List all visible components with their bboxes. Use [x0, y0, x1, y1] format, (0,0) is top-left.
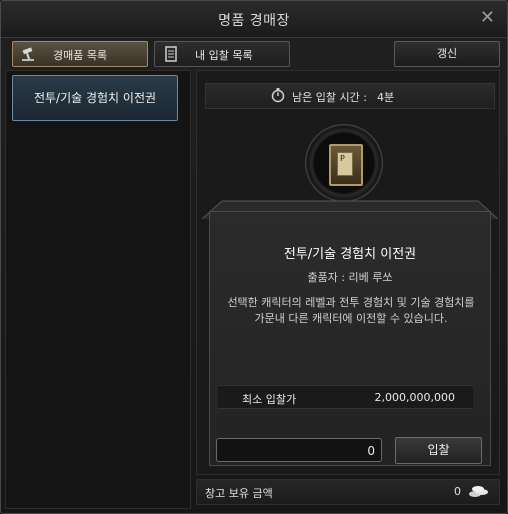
item-seller: 출품자 : 리베 루쏘: [307, 271, 393, 284]
description-line: 선택한 캐릭터의 레벨과 전투 경험치 및 기술 경험치를: [227, 296, 475, 309]
balance-value: 0: [454, 485, 461, 498]
stopwatch-icon: [271, 88, 285, 103]
minimum-bid-label: 최소 입찰가: [242, 393, 297, 406]
auction-item-list: 전투/기술 경험치 이전권: [5, 70, 191, 509]
item-description: 선택한 캐릭터의 레벨과 전투 경험치 및 기술 경험치를 가문내 다른 캐릭터…: [216, 295, 486, 327]
bid-amount-input[interactable]: 0: [216, 438, 382, 462]
balance-label: 창고 보유 금액: [205, 487, 273, 500]
minimum-bid-row: 최소 입찰가 2,000,000,000: [218, 385, 473, 409]
tab-auction-list[interactable]: 경매품 목록: [12, 41, 148, 67]
item-info-card: [202, 195, 498, 470]
coins-icon: [469, 486, 488, 497]
scroll-icon: [165, 46, 177, 62]
gavel-icon: [22, 47, 34, 61]
close-icon[interactable]: ✕: [480, 7, 495, 28]
refresh-button[interactable]: 갱신: [394, 41, 500, 67]
list-item[interactable]: 전투/기술 경험치 이전권: [12, 75, 178, 121]
warehouse-balance-bar: 창고 보유 금액 0: [196, 479, 500, 505]
description-line: 가문내 다른 캐릭터에 이전할 수 있습니다.: [254, 312, 448, 325]
minimum-bid-value: 2,000,000,000: [374, 391, 455, 404]
bid-button[interactable]: 입찰: [395, 437, 482, 464]
item-name: 전투/기술 경험치 이전권: [283, 247, 417, 262]
remaining-time-value: 4분: [377, 91, 395, 104]
window-title: 명품 경매장: [218, 13, 290, 29]
remaining-time-label: 남은 입찰 시간 :: [292, 91, 367, 104]
title-bar[interactable]: 명품 경매장 ✕: [1, 1, 507, 38]
tab-label: 내 입찰 목록: [195, 49, 253, 62]
book-icon: P: [329, 144, 363, 186]
tab-label: 경매품 목록: [53, 49, 108, 62]
remaining-time-bar: 남은 입찰 시간 : 4분: [205, 83, 495, 109]
tab-my-bids[interactable]: 내 입찰 목록: [154, 41, 290, 67]
